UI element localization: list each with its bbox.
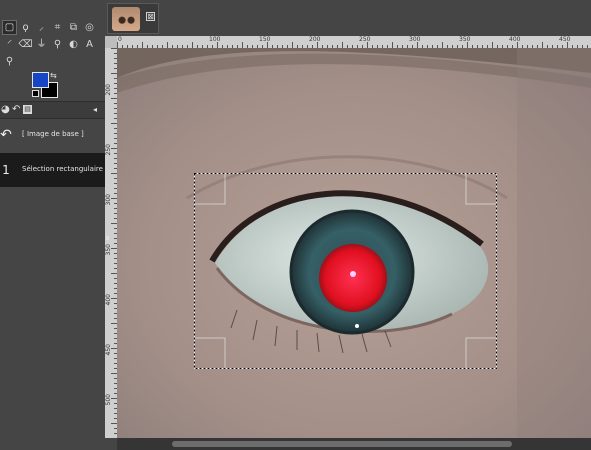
ruler-label: 350: [459, 36, 471, 43]
undo-history-tab-icon[interactable]: ↶: [12, 104, 20, 115]
ruler-label: 400: [509, 36, 521, 43]
ruler-label: 250: [105, 144, 112, 156]
dock-menu-icon[interactable]: ◂: [93, 105, 97, 114]
text-icon[interactable]: A: [82, 37, 97, 52]
ruler-label: 200: [105, 84, 112, 96]
toolbox-dock: ▢ ϙ ⸝ ⌗ ⧉ ◎ ⸍ ⌫ ⏚ ⚲ ◐ A ⚲ ⇆ ◕ ↶ ▤ ◂ ↶ [ Image de b…: [0, 0, 105, 450]
layers-tab-icon[interactable]: ◕: [1, 104, 10, 115]
images-tab-icon[interactable]: ▤: [23, 105, 32, 114]
fuzzy-select-icon[interactable]: ⸝: [34, 20, 49, 35]
dock-tab-bar: ◕ ↶ ▤ ◂: [0, 101, 105, 119]
clone-icon[interactable]: ⏚: [34, 37, 49, 52]
warp-icon[interactable]: ◎: [82, 20, 97, 35]
ruler-label: 500: [105, 394, 112, 406]
zoom-icon[interactable]: ⚲: [2, 54, 17, 69]
undo-icon: ↶: [0, 127, 12, 143]
ruler-label: 450: [105, 344, 112, 356]
ruler-label: 150: [259, 36, 271, 43]
ruler-label: 450: [559, 36, 571, 43]
history-item[interactable]: ↶ [ Image de base ]: [0, 118, 105, 152]
ruler-label: 200: [309, 36, 321, 43]
smudge-icon[interactable]: ⚲: [50, 37, 65, 52]
ruler-label: 300: [409, 36, 421, 43]
dodge-icon[interactable]: ◐: [66, 37, 81, 52]
horizontal-scrollbar[interactable]: [117, 438, 591, 450]
ruler-label: 400: [105, 294, 112, 306]
horizontal-ruler[interactable]: 0 100 150 200 250 300 350 400 450: [117, 36, 591, 48]
ruler-label: 300: [105, 194, 112, 206]
paintbrush-icon[interactable]: ⸍: [2, 37, 17, 52]
vertical-ruler[interactable]: 200 250 300 350 400 450 500: [105, 48, 117, 438]
ruler-corner[interactable]: [105, 36, 117, 48]
ruler-position-marker: [106, 236, 109, 240]
ruler-label: 250: [359, 36, 371, 43]
default-colors-icon[interactable]: [32, 90, 39, 97]
history-item[interactable]: 1 Sélection rectangulaire: [0, 153, 105, 187]
close-icon[interactable]: ⊠: [146, 12, 155, 21]
dock-empty-area: [0, 188, 105, 450]
eraser-icon[interactable]: ⌫: [18, 37, 33, 52]
rect-select-icon[interactable]: ▢: [2, 20, 17, 35]
ruler-label: 0: [118, 36, 122, 43]
foreground-color-swatch[interactable]: [32, 72, 49, 88]
image-canvas[interactable]: [117, 48, 591, 438]
image-thumbnail: [112, 7, 140, 31]
tool-row: ▢ ϙ ⸝ ⌗ ⧉ ◎: [2, 20, 97, 36]
ruler-label: 350: [105, 244, 112, 256]
tool-row: ⚲: [2, 54, 17, 70]
ruler-label: 100: [209, 36, 221, 43]
lasso-icon[interactable]: ϙ: [18, 20, 33, 35]
scrollbar-thumb[interactable]: [172, 441, 512, 447]
image-tab[interactable]: ⊠: [107, 3, 159, 34]
history-item-label: Sélection rectangulaire: [22, 165, 103, 173]
tool-row: ⸍ ⌫ ⏚ ⚲ ◐ A: [2, 37, 97, 53]
unified-transform-icon[interactable]: ⧉: [66, 20, 81, 35]
history-item-label: [ Image de base ]: [22, 130, 84, 138]
eye-photo: [117, 48, 591, 438]
image-tab-bar: ⊠: [105, 0, 591, 36]
history-thumb: 1: [0, 162, 12, 178]
crop-icon[interactable]: ⌗: [50, 20, 65, 35]
swap-colors-icon[interactable]: ⇆: [50, 71, 57, 80]
